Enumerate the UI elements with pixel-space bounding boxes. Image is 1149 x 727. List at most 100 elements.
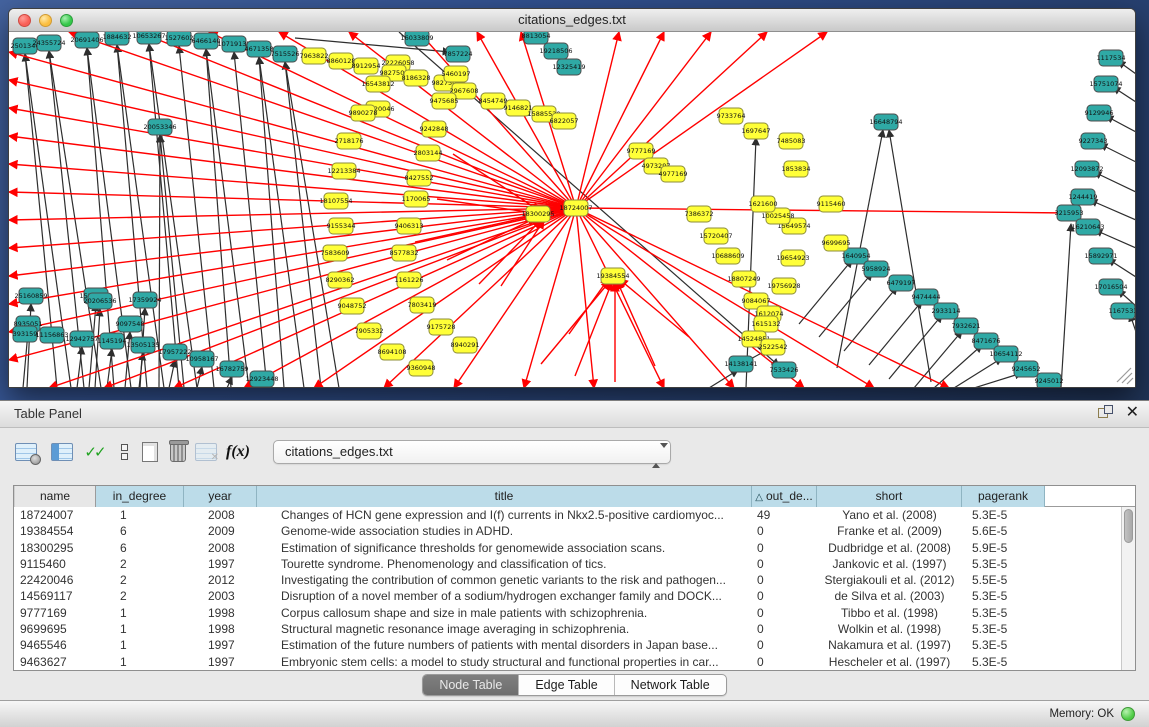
edge[interactable] bbox=[799, 260, 852, 324]
graph-node[interactable]: 16210643 bbox=[1071, 219, 1104, 235]
graph-node[interactable]: 9474444 bbox=[912, 289, 941, 305]
cell-pagerank[interactable]: 5.3E-5 bbox=[962, 556, 1045, 572]
graph-node[interactable]: 9129946 bbox=[1085, 105, 1114, 121]
edge[interactable] bbox=[709, 370, 738, 387]
cell-in_degree[interactable]: 1 bbox=[96, 605, 184, 621]
cell-out_de[interactable]: 49 bbox=[752, 507, 817, 523]
selected-edge[interactable] bbox=[576, 32, 711, 208]
edge[interactable] bbox=[934, 345, 982, 387]
graph-node[interactable]: 2933114 bbox=[932, 303, 961, 319]
graph-node-selected[interactable]: 7583609 bbox=[321, 245, 350, 261]
column-header-out_de[interactable]: △out_de... bbox=[752, 486, 817, 507]
graph-node[interactable]: 8813054 bbox=[522, 32, 551, 44]
cell-year[interactable]: 2008 bbox=[184, 540, 257, 556]
graph-node[interactable]: 5958924 bbox=[862, 261, 891, 277]
table-chooser-dropdown[interactable]: citations_edges.txt bbox=[273, 440, 671, 464]
graph-node[interactable]: 393159 bbox=[13, 326, 38, 342]
close-panel-icon[interactable]: ✕ bbox=[1126, 405, 1139, 421]
cell-name[interactable]: 18300295 bbox=[14, 540, 96, 556]
edge[interactable] bbox=[149, 44, 179, 387]
edge[interactable] bbox=[1095, 230, 1135, 248]
cell-pagerank[interactable]: 5.3E-5 bbox=[962, 654, 1045, 670]
cell-short[interactable]: Stergiakouli et al. (2012) bbox=[817, 572, 962, 588]
graph-node-selected[interactable]: 9406313 bbox=[395, 218, 424, 234]
selected-edge[interactable] bbox=[576, 32, 664, 208]
graph-node[interactable]: 10958167 bbox=[185, 351, 218, 367]
graph-node-selected[interactable]: 19654923 bbox=[776, 250, 809, 266]
graph-node-selected[interactable]: 8290362 bbox=[326, 272, 355, 288]
cell-out_de[interactable]: 0 bbox=[752, 637, 817, 653]
graph-node[interactable]: 7857224 bbox=[444, 46, 473, 62]
cell-out_de[interactable]: 0 bbox=[752, 556, 817, 572]
graph-node[interactable]: 7533426 bbox=[770, 362, 799, 378]
cell-title[interactable]: Embryonic stem cells: a model to study s… bbox=[257, 654, 752, 670]
table-row[interactable]: 1938455462009Genome-wide association stu… bbox=[14, 523, 1135, 539]
graph-node-selected[interactable]: 9360948 bbox=[407, 360, 436, 376]
graph-node[interactable]: 17359924 bbox=[128, 292, 161, 308]
graph-node[interactable]: 13505135 bbox=[126, 337, 159, 353]
table-row[interactable]: 977716911998Corpus callosum shape and si… bbox=[14, 605, 1135, 621]
table-row[interactable]: 1830029562008Estimation of significance … bbox=[14, 540, 1135, 556]
graph-node-selected[interactable]: 8912954 bbox=[352, 58, 381, 74]
cell-title[interactable]: Structural magnetic resonance image aver… bbox=[257, 621, 752, 637]
graph-node-selected[interactable]: 9475685 bbox=[430, 93, 459, 109]
cell-name[interactable]: 22420046 bbox=[14, 572, 96, 588]
cell-in_degree[interactable]: 6 bbox=[96, 540, 184, 556]
cell-year[interactable]: 2003 bbox=[184, 588, 257, 604]
cell-pagerank[interactable]: 5.3E-5 bbox=[962, 637, 1045, 653]
selected-edge[interactable] bbox=[524, 208, 576, 387]
graph-node-selected[interactable]: 9777169 bbox=[627, 143, 656, 159]
graph-node-selected[interactable]: 5460197 bbox=[442, 66, 471, 82]
close-window-button[interactable] bbox=[18, 14, 31, 27]
table-row[interactable]: 946362711997Embryonic stem cells: a mode… bbox=[14, 654, 1135, 670]
graph-node-selected[interactable]: 8427552 bbox=[405, 170, 434, 186]
tab-network-table[interactable]: Network Table bbox=[615, 675, 726, 695]
cell-out_de[interactable]: 0 bbox=[752, 654, 817, 670]
graph-node-selected[interactable]: 7485083 bbox=[777, 133, 806, 149]
graph-node[interactable]: 1884632 bbox=[103, 32, 132, 45]
new-table-button[interactable] bbox=[136, 438, 164, 466]
cell-in_degree[interactable]: 1 bbox=[96, 637, 184, 653]
graph-node[interactable]: 19218506 bbox=[539, 43, 572, 59]
float-panel-icon[interactable] bbox=[1098, 405, 1114, 421]
selected-edge[interactable] bbox=[9, 192, 576, 208]
graph-node-selected[interactable]: 1853834 bbox=[782, 161, 811, 177]
zoom-window-button[interactable] bbox=[60, 14, 73, 27]
cell-out_de[interactable]: 0 bbox=[752, 523, 817, 539]
edge[interactable] bbox=[169, 360, 175, 387]
edge[interactable] bbox=[1090, 200, 1135, 220]
edge[interactable] bbox=[1094, 172, 1135, 192]
cell-out_de[interactable]: 0 bbox=[752, 572, 817, 588]
graph-node-selected[interactable]: 7963822 bbox=[300, 48, 329, 64]
resize-grip[interactable] bbox=[1117, 368, 1133, 384]
cell-year[interactable]: 2008 bbox=[184, 507, 257, 523]
graph-node[interactable]: 6479197 bbox=[887, 275, 916, 291]
table-row[interactable]: 911546021997Tourette syndrome. Phenomeno… bbox=[14, 556, 1135, 572]
graph-node-selected[interactable]: 1615132 bbox=[752, 316, 781, 332]
graph-node-selected[interactable]: 1161226 bbox=[395, 272, 424, 288]
cell-year[interactable]: 2009 bbox=[184, 523, 257, 539]
cell-name[interactable]: 19384554 bbox=[14, 523, 96, 539]
cell-pagerank[interactable]: 5.5E-5 bbox=[962, 572, 1045, 588]
graph-node[interactable]: 12325419 bbox=[552, 59, 585, 75]
cell-year[interactable]: 1998 bbox=[184, 621, 257, 637]
graph-node[interactable]: 10654112 bbox=[989, 346, 1022, 362]
cell-pagerank[interactable]: 5.9E-5 bbox=[962, 540, 1045, 556]
graph-node[interactable]: 9227343 bbox=[1079, 133, 1108, 149]
tab-node-table[interactable]: Node Table bbox=[423, 675, 519, 695]
column-header-name[interactable]: name bbox=[14, 486, 96, 507]
graph-node[interactable]: 12942757 bbox=[65, 331, 98, 347]
network-window[interactable]: citations_edges.txt 25013462435572420691… bbox=[8, 8, 1136, 388]
column-header-year[interactable]: year bbox=[184, 486, 257, 507]
graph-node-selected[interactable]: 8186328 bbox=[402, 70, 431, 86]
graph-node[interactable]: 6466140 bbox=[192, 33, 221, 49]
graph-node[interactable]: 7515526 bbox=[271, 46, 300, 62]
graph-node-selected[interactable]: 8940291 bbox=[451, 337, 480, 353]
graph-node-selected[interactable]: 9699695 bbox=[822, 235, 851, 251]
graph-node[interactable]: 17016504 bbox=[1094, 279, 1127, 295]
cell-short[interactable]: Nakamura et al. (1997) bbox=[817, 637, 962, 653]
graph-node-selected[interactable]: 9155344 bbox=[327, 218, 356, 234]
graph-node-selected[interactable]: 2803144 bbox=[414, 145, 443, 161]
graph-node-selected[interactable]: 18807249 bbox=[727, 271, 760, 287]
cell-name[interactable]: 9777169 bbox=[14, 605, 96, 621]
